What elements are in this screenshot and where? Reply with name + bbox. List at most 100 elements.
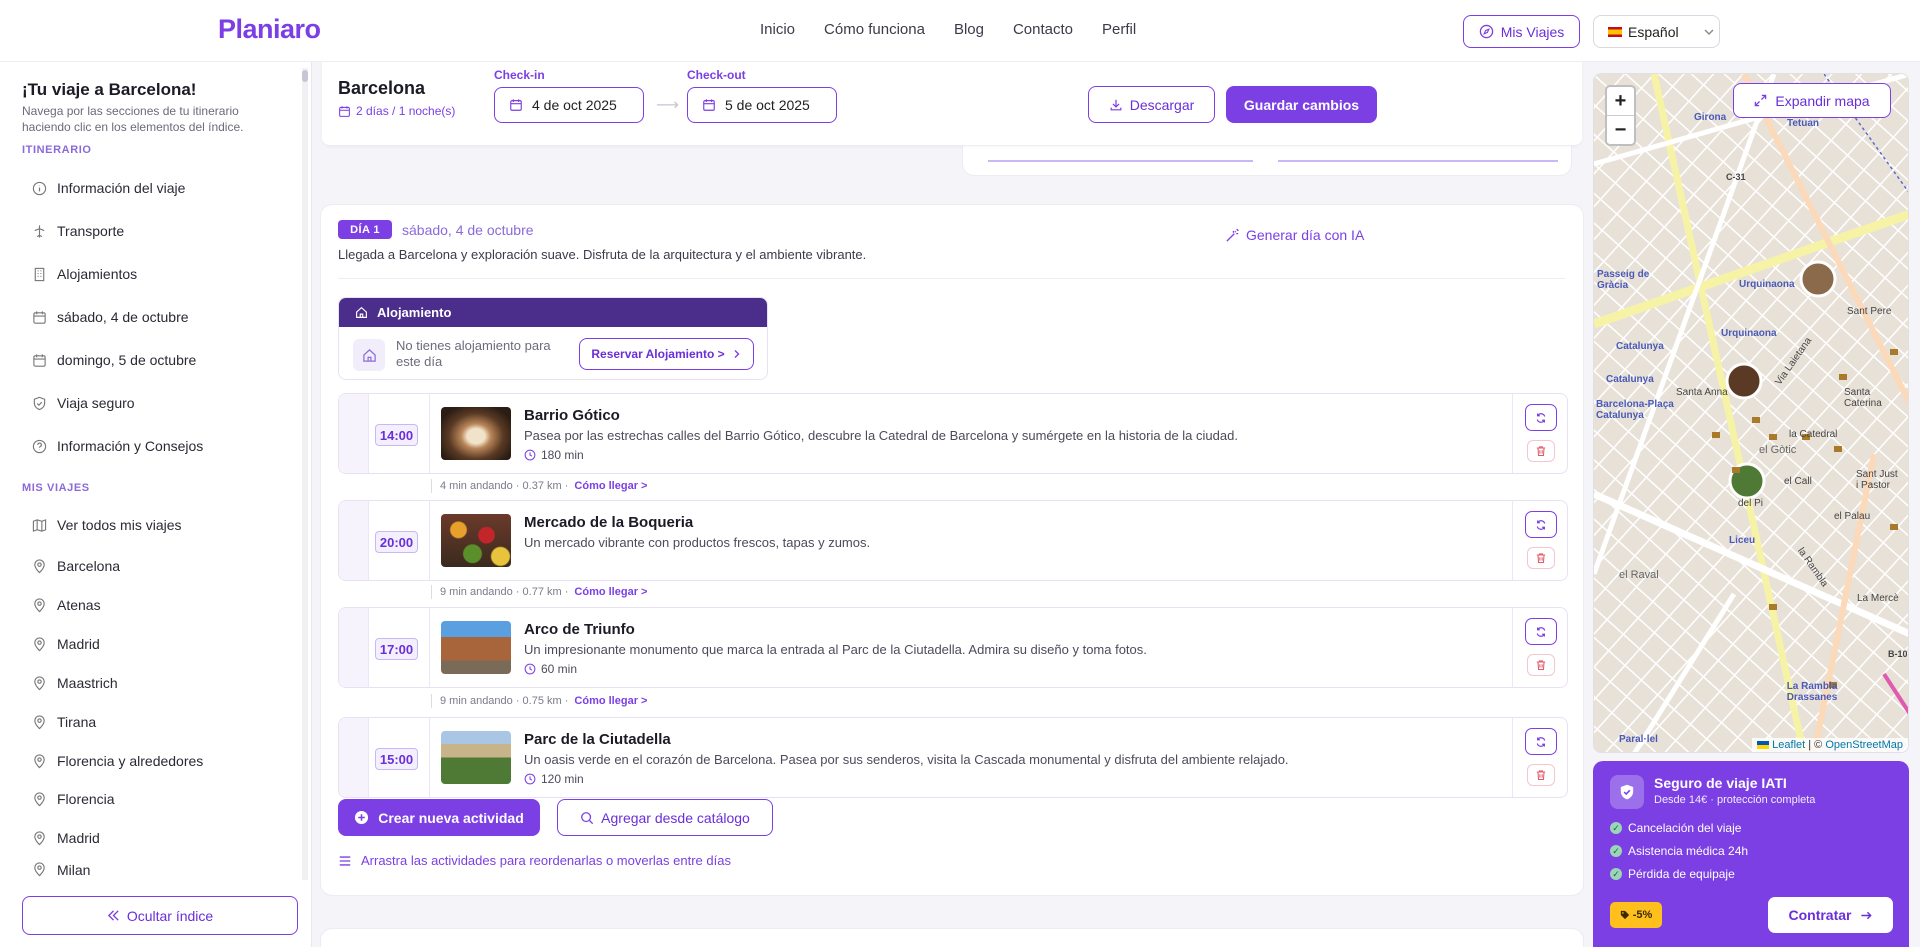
replace-activity-button[interactable]	[1525, 618, 1557, 645]
feature-label: Pérdida de equipaje	[1628, 867, 1735, 881]
create-activity-label: Crear nueva actividad	[378, 809, 524, 826]
activity-description: Pasea por las estrechas calles del Barri…	[524, 428, 1238, 443]
drag-handle[interactable]	[339, 608, 369, 687]
sidebar-item-day-2[interactable]: domingo, 5 de octubre	[22, 345, 292, 375]
directions-link[interactable]: Cómo llegar >	[574, 586, 647, 598]
location-pin-icon	[34, 830, 45, 845]
top-header: Planiaro Inicio Cómo funciona Blog Conta…	[0, 0, 1920, 62]
sidebar-item-all-trips[interactable]: Ver todos mis viajes	[22, 510, 292, 540]
nav-contacto[interactable]: Contacto	[1013, 21, 1073, 38]
nav-blog[interactable]: Blog	[954, 21, 984, 38]
activity-time[interactable]: 14:00	[375, 424, 418, 446]
generate-day-ai-button[interactable]: Generar día con IA	[1225, 227, 1364, 243]
activity-name: Parc de la Ciutadella	[524, 731, 671, 748]
delete-activity-button[interactable]	[1527, 440, 1555, 462]
replace-activity-button[interactable]	[1525, 728, 1557, 755]
sidebar-item-day-1[interactable]: sábado, 4 de octubre	[22, 302, 292, 332]
checkin-date-field[interactable]: 4 de oct 2025	[494, 87, 644, 123]
sidebar-trip-tirana[interactable]: Tirana	[22, 707, 292, 737]
activity-photo	[441, 621, 511, 674]
activity-time[interactable]: 15:00	[375, 748, 418, 770]
sidebar-trip-milan[interactable]: Milan	[22, 862, 292, 880]
zoom-out-button[interactable]: −	[1607, 116, 1634, 145]
trip-duration: 2 días / 1 noche(s)	[338, 104, 455, 118]
sidebar-trip-florencia-alrededores[interactable]: Florencia y alrededores	[22, 746, 292, 776]
activity-duration: 60 min	[524, 662, 577, 676]
activity-card-barrio-gotico[interactable]: 14:00 Barrio Gótico Pasea por las estrec…	[338, 393, 1568, 474]
sidebar-trip-madrid-2[interactable]: Madrid	[22, 823, 292, 853]
clock-icon	[524, 773, 536, 785]
sidebar-item-transport[interactable]: Transporte	[22, 216, 292, 246]
save-changes-button[interactable]: Guardar cambios	[1226, 86, 1377, 123]
map-icon	[32, 518, 47, 532]
nav-inicio[interactable]: Inicio	[760, 21, 795, 38]
activity-time[interactable]: 17:00	[375, 638, 418, 660]
sidebar-scrollbar[interactable]	[302, 68, 308, 880]
replace-activity-button[interactable]	[1525, 404, 1557, 431]
activity-card-boqueria[interactable]: 20:00 Mercado de la Boqueria Un mercado …	[338, 500, 1568, 581]
delete-activity-button[interactable]	[1527, 654, 1555, 676]
compass-icon	[1479, 24, 1493, 39]
chevron-right-icon	[734, 350, 740, 358]
discount-label: -5%	[1632, 909, 1653, 921]
language-select[interactable]: Español	[1593, 15, 1720, 48]
sidebar-trip-florencia[interactable]: Florencia	[22, 784, 292, 814]
hire-insurance-button[interactable]: Contratar	[1768, 897, 1893, 933]
clock-icon	[524, 449, 536, 461]
insurance-card: Seguro de viaje IATI Desde 14€ · protecc…	[1593, 761, 1909, 947]
my-trips-button[interactable]: Mis Viajes	[1463, 15, 1580, 48]
sidebar-item-tips[interactable]: Información y Consejos	[22, 431, 292, 461]
replace-activity-button[interactable]	[1525, 511, 1557, 538]
hide-index-button[interactable]: Ocultar índice	[22, 896, 298, 935]
osm-link[interactable]: OpenStreetMap	[1825, 739, 1903, 751]
trip-map[interactable]: Girona Tetuan C-31 Passeig de Gràcia Urq…	[1593, 73, 1909, 753]
sidebar-trip-madrid[interactable]: Madrid	[22, 629, 292, 659]
delete-activity-button[interactable]	[1527, 547, 1555, 569]
feature-label: Asistencia médica 24h	[1628, 844, 1749, 858]
drag-handle[interactable]	[339, 501, 369, 580]
sidebar-item-info[interactable]: Información del viaje	[22, 173, 292, 203]
logo[interactable]: Planiaro	[218, 14, 321, 45]
directions-link[interactable]: Cómo llegar >	[574, 695, 647, 707]
activity-card-arco-triunfo[interactable]: 17:00 Arco de Triunfo Un impresionante m…	[338, 607, 1568, 688]
map-label: Barcelona-Plaça Catalunya	[1596, 399, 1674, 421]
next-day-card	[320, 928, 1584, 947]
scrollbar-thumb[interactable]	[302, 70, 308, 82]
sidebar-trip-maastrich[interactable]: Maastrich	[22, 668, 292, 698]
location-pin-icon	[34, 862, 45, 877]
nav-perfil[interactable]: Perfil	[1102, 21, 1136, 38]
drag-handle[interactable]	[339, 394, 369, 473]
leaflet-link[interactable]: Leaflet	[1772, 739, 1805, 751]
my-trips-heading: MIS VIAJES	[22, 482, 90, 494]
sidebar-trip-barcelona[interactable]: Barcelona	[22, 551, 292, 581]
sidebar-trip-atenas[interactable]: Atenas	[22, 590, 292, 620]
expand-map-label: Expandir mapa	[1775, 92, 1870, 109]
drag-handle[interactable]	[339, 718, 369, 797]
map-label: la Catedral	[1789, 429, 1838, 440]
shield-icon	[33, 396, 46, 410]
zoom-in-button[interactable]: +	[1607, 87, 1634, 116]
expand-map-button[interactable]: Expandir mapa	[1733, 83, 1891, 118]
refresh-icon	[1536, 519, 1546, 530]
sidebar-item-accommodations[interactable]: Alojamientos	[22, 259, 292, 289]
map-label: Catalunya	[1606, 374, 1654, 385]
activity-card-ciutadella[interactable]: 15:00 Parc de la Ciutadella Un oasis ver…	[338, 717, 1568, 798]
spain-flag-icon	[1608, 26, 1622, 37]
activity-time[interactable]: 20:00	[375, 531, 418, 553]
checkin-label: Check-in	[494, 68, 545, 82]
shield-icon	[1610, 775, 1644, 809]
drag-hint-text: Arrastra las actividades para reordenarl…	[361, 853, 731, 868]
create-activity-button[interactable]: Crear nueva actividad	[338, 799, 540, 836]
directions-link[interactable]: Cómo llegar >	[574, 480, 647, 492]
download-button[interactable]: Descargar	[1088, 86, 1215, 123]
download-label: Descargar	[1129, 96, 1195, 113]
checkout-date-field[interactable]: 5 de oct 2025	[687, 87, 837, 123]
reserve-accommodation-button[interactable]: Reservar Alojamiento >	[579, 338, 754, 370]
nav-como-funciona[interactable]: Cómo funciona	[824, 21, 925, 38]
add-from-catalog-button[interactable]: Agregar desde catálogo	[557, 799, 773, 836]
sidebar-item-travel-safe[interactable]: Viaja seguro	[22, 388, 292, 418]
delete-activity-button[interactable]	[1527, 764, 1555, 786]
map-label: Urquinaona	[1739, 279, 1795, 290]
accommodation-card: Alojamiento No tienes alojamiento para e…	[338, 297, 768, 380]
check-icon: ✓	[1610, 822, 1622, 834]
